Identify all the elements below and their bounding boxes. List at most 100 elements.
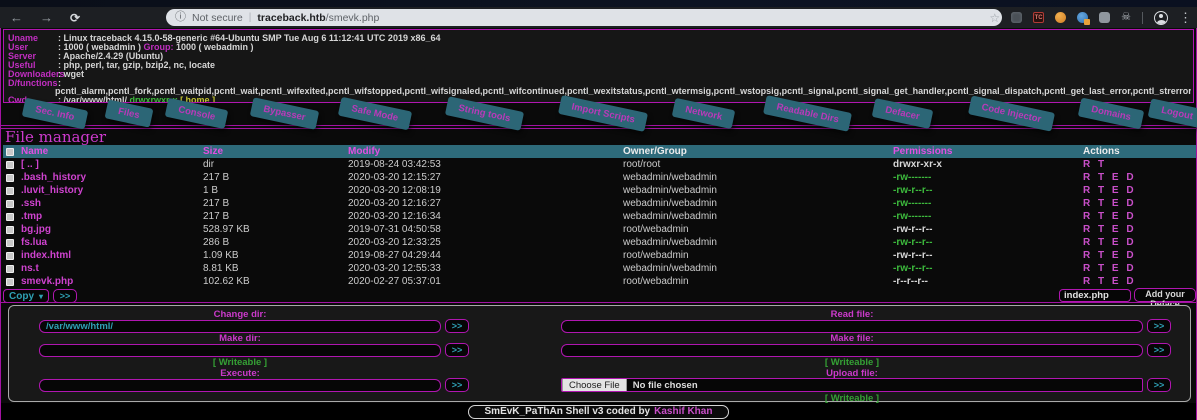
bookmark-star-icon[interactable]: ☆ xyxy=(989,12,1000,24)
back-icon[interactable]: ← xyxy=(10,11,23,24)
system-info-panel: Uname: Linux traceback 4.15.0-58-generic… xyxy=(3,29,1194,103)
file-name-link[interactable]: .ssh xyxy=(18,197,200,210)
toolbar-divider xyxy=(1142,11,1143,24)
url-path: /smevk.php xyxy=(325,11,380,24)
file-action-select[interactable]: Copy ▾ xyxy=(3,289,50,303)
file-name-link[interactable]: index.html xyxy=(18,249,200,262)
row-actions[interactable]: R T E D xyxy=(1080,184,1196,197)
row-checkbox[interactable] xyxy=(6,264,14,273)
writeable-status: [ Writeable ] xyxy=(212,357,268,368)
header-size: Size xyxy=(203,146,224,157)
menu-kebab-icon[interactable]: ⋮ xyxy=(1179,11,1192,24)
table-row: .tmp 217 B 2020-03-20 12:16:34 webadmin/web… xyxy=(3,210,1196,223)
orange-ball-extension-icon[interactable] xyxy=(1055,12,1067,23)
blue-badge-extension-icon[interactable] xyxy=(1077,12,1091,25)
table-row: ns.t 8.81 KB 2020-03-20 12:55:33 webadmin/w… xyxy=(3,262,1196,275)
read-file-go-button[interactable]: >> xyxy=(1147,319,1171,333)
row-actions[interactable]: R T xyxy=(1080,158,1196,171)
writeable-status: [ Writeable ] xyxy=(824,357,880,368)
row-actions[interactable]: R T E D xyxy=(1080,236,1196,249)
file-name-link[interactable]: .luvit_history xyxy=(18,184,200,197)
file-name-link[interactable]: [ .. ] xyxy=(18,158,200,171)
row-checkbox[interactable] xyxy=(6,225,14,234)
row-checkbox[interactable] xyxy=(6,277,14,286)
read-file-input[interactable] xyxy=(561,319,1143,333)
deface-filename-input[interactable] xyxy=(1059,288,1131,302)
forward-icon[interactable]: → xyxy=(40,11,53,24)
row-actions[interactable]: R T E D xyxy=(1080,197,1196,210)
file-name-link[interactable]: ns.t xyxy=(18,262,200,275)
execute-go-button[interactable]: >> xyxy=(445,378,469,392)
author-link[interactable]: Kashif Khan xyxy=(654,406,712,417)
make-file-input[interactable] xyxy=(561,343,1143,357)
url-host: traceback.htb xyxy=(257,11,326,24)
footer-bar: SmEvK_PaThAn Shell v3 coded by Kashif Kh… xyxy=(1,403,1196,420)
file-name-link[interactable]: fs.lua xyxy=(18,236,200,249)
table-row: index.html 1.09 KB 2019-08-27 04:29:44 root… xyxy=(3,249,1196,262)
file-name-link[interactable]: .tmp xyxy=(18,210,200,223)
add-deface-button[interactable]: Add your Deface xyxy=(1134,288,1196,309)
choose-file-button[interactable]: Choose File xyxy=(562,379,627,391)
row-checkbox[interactable] xyxy=(6,212,14,221)
tc-extension-icon[interactable]: TC xyxy=(1033,12,1045,23)
row-checkbox[interactable] xyxy=(6,173,14,182)
row-actions[interactable]: R T E D xyxy=(1080,210,1196,223)
execute-input[interactable] xyxy=(39,378,441,392)
make-file-go-button[interactable]: >> xyxy=(1147,343,1171,357)
divider-line xyxy=(1,302,1196,303)
credit-text: SmEvK_PaThAn Shell v3 coded by xyxy=(484,406,651,417)
upload-file-input[interactable]: Choose File No file chosen xyxy=(561,378,1143,392)
table-row: .bash_history 217 B 2020-03-20 12:15:27 web… xyxy=(3,171,1196,184)
url-divider: | xyxy=(248,12,252,23)
table-row: fs.lua 286 B 2020-03-20 12:33:25 webadmin/w… xyxy=(3,236,1196,249)
make-dir-go-button[interactable]: >> xyxy=(445,343,469,357)
table-header-row: Name Size Modify Owner/Group Permissions… xyxy=(3,145,1196,158)
no-file-chosen-text: No file chosen xyxy=(632,379,698,391)
address-bar[interactable]: ⓘ Not secure | traceback.htb/smevk.php xyxy=(166,9,1002,26)
row-actions[interactable]: R T E D xyxy=(1080,171,1196,184)
row-checkbox[interactable] xyxy=(6,238,14,247)
skull-extension-icon[interactable]: ☠ xyxy=(1121,12,1131,23)
row-actions[interactable]: R T E D xyxy=(1080,262,1196,275)
url-text: traceback.htb/smevk.php xyxy=(257,12,379,24)
browser-tab-strip xyxy=(0,0,1197,7)
header-perms: Permissions xyxy=(893,146,953,157)
page-info-icon[interactable]: ⓘ xyxy=(175,12,186,23)
upload-go-button[interactable]: >> xyxy=(1147,378,1171,392)
header-modify: Modify xyxy=(348,146,381,157)
actions-form-panel: Change dir: Read file: >> >> Make dir: M… xyxy=(8,305,1191,404)
browser-toolbar: ← → ⟳ ⓘ Not secure | traceback.htb/smevk… xyxy=(0,7,1197,28)
row-actions[interactable]: R T E D xyxy=(1080,249,1196,262)
shell-credit-pill: SmEvK_PaThAn Shell v3 coded by Kashif Kh… xyxy=(467,404,730,419)
row-actions[interactable]: R T E D xyxy=(1080,275,1196,288)
header-owner: Owner/Group xyxy=(623,146,687,157)
table-row: .ssh 217 B 2020-03-20 12:16:27 webadmin/web… xyxy=(3,197,1196,210)
profile-avatar-icon[interactable] xyxy=(1154,10,1168,25)
webshell-page: Uname: Linux traceback 4.15.0-58-generic… xyxy=(0,28,1197,420)
row-checkbox[interactable] xyxy=(6,199,14,208)
select-all-checkbox[interactable] xyxy=(6,147,14,156)
extension-icon[interactable] xyxy=(1011,12,1023,23)
file-table: Name Size Modify Owner/Group Permissions… xyxy=(3,145,1196,288)
gray-extension-icon[interactable] xyxy=(1099,12,1111,23)
row-checkbox[interactable] xyxy=(6,160,14,169)
apply-action-button[interactable]: >> xyxy=(53,289,78,303)
tab-files[interactable]: Files xyxy=(104,99,154,128)
row-checkbox[interactable] xyxy=(6,186,14,195)
security-label: Not secure xyxy=(192,11,243,24)
change-dir-input[interactable] xyxy=(39,319,441,333)
file-name-link[interactable]: .bash_history xyxy=(18,171,200,184)
row-actions[interactable]: R T E D xyxy=(1080,223,1196,236)
table-row: smevk.php 102.62 KB 2020-02-27 05:37:01 roo… xyxy=(3,275,1196,288)
change-dir-go-button[interactable]: >> xyxy=(445,319,469,333)
divider-line xyxy=(1,125,1196,126)
table-row: bg.jpg 528.97 KB 2019-07-31 04:50:58 root/w… xyxy=(3,223,1196,236)
file-name-link[interactable]: smevk.php xyxy=(18,275,200,288)
divider-line xyxy=(1,128,1196,129)
header-actions: Actions xyxy=(1083,146,1120,157)
reload-icon[interactable]: ⟳ xyxy=(70,12,80,24)
make-dir-input[interactable] xyxy=(39,343,441,357)
file-name-link[interactable]: bg.jpg xyxy=(18,223,200,236)
row-checkbox[interactable] xyxy=(6,251,14,260)
browser-chrome: ← → ⟳ ⓘ Not secure | traceback.htb/smevk… xyxy=(0,0,1197,28)
